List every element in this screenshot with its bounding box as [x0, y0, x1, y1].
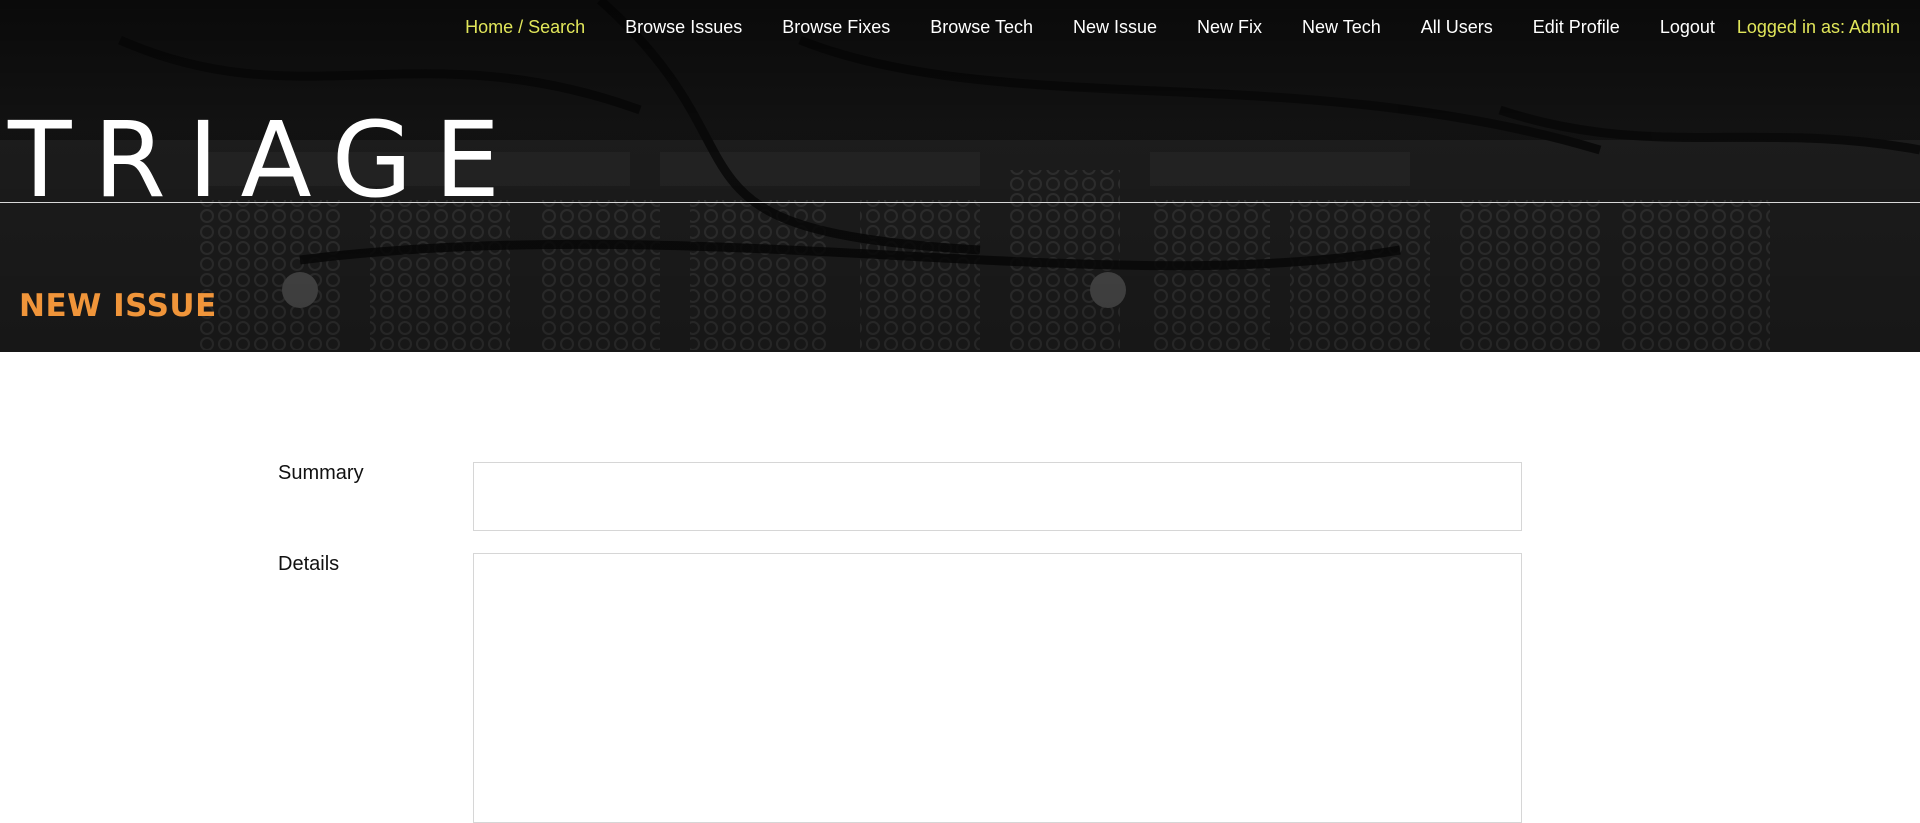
details-label: Details — [278, 553, 340, 575]
summary-label: Summary — [278, 462, 364, 484]
header-hero: Home / Search Browse Issues Browse Fixes… — [0, 0, 1920, 352]
nav-all-users[interactable]: All Users — [1421, 17, 1493, 38]
page-title: NEW ISSUE — [19, 288, 217, 324]
nav-browse-tech[interactable]: Browse Tech — [930, 17, 1033, 38]
header-divider — [0, 202, 1920, 203]
nav-browse-issues[interactable]: Browse Issues — [625, 17, 742, 38]
nav-new-tech[interactable]: New Tech — [1302, 17, 1381, 38]
summary-input[interactable] — [473, 462, 1522, 531]
nav-edit-profile[interactable]: Edit Profile — [1533, 17, 1620, 38]
nav-logout[interactable]: Logout — [1660, 17, 1715, 38]
details-textarea[interactable] — [473, 553, 1522, 823]
nav-new-fix[interactable]: New Fix — [1197, 17, 1262, 38]
logged-in-status: Logged in as: Admin — [1736, 16, 1900, 37]
nav-new-issue[interactable]: New Issue — [1073, 17, 1157, 38]
top-nav: Home / Search Browse Issues Browse Fixes… — [425, 0, 1920, 54]
nav-home-search[interactable]: Home / Search — [465, 17, 585, 38]
nav-browse-fixes[interactable]: Browse Fixes — [782, 17, 890, 38]
site-logo-text: TRIAGE — [8, 99, 523, 221]
